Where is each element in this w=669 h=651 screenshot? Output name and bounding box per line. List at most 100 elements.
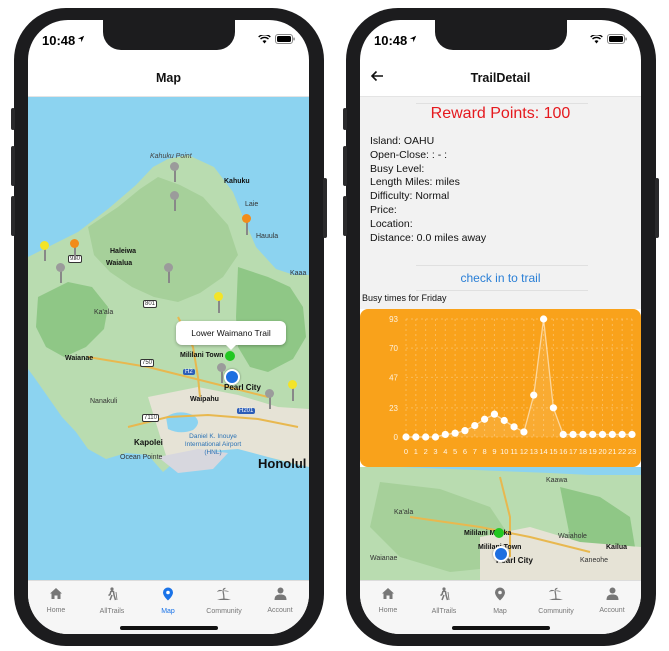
map-pin-gray[interactable] [164,263,173,272]
chart-y-tick-label: 47 [389,373,398,382]
map-label-kaneohe: Kaneohe [580,557,609,564]
route-shield-7110: 7110 [142,414,159,422]
power-button [655,178,659,238]
tab-label: AllTrails [99,608,125,615]
tab-account[interactable]: Account [584,587,640,614]
route-shield-750: 750 [140,359,155,367]
status-icons [258,34,295,44]
chart-data-point [598,430,607,439]
info-location: Location: [370,217,413,230]
chart-x-tick-label: 2 [424,447,428,456]
check-in-button[interactable]: check in to trail [360,271,641,285]
map-pin-stem [246,221,248,235]
tab-community[interactable]: Community [196,587,252,615]
user-location-dot [493,546,509,562]
status-icons [590,34,627,44]
map-label-waiahole: Waiahole [558,533,587,540]
map-pin-yellow[interactable] [40,241,49,250]
tab-community[interactable]: Community [528,587,584,615]
trail-callout[interactable]: Lower Waimano Trail [176,321,286,350]
map-pin-orange[interactable] [242,214,251,223]
chart-data-point [481,415,489,423]
tab-label: Map [493,608,507,615]
route-shield-801: 801 [143,300,158,308]
chart-x-tick-label: 0 [404,447,408,456]
busy-times-chart-svg: 0234770930 1 2 3 4 5 6 7 8 9 10 11 12 13 14 15 16 17 18 19 2… [389,315,636,456]
chart-x-tick-label: 17 [569,447,577,456]
map-label-airport: Daniel K. Inouye International Airport (… [184,433,242,456]
map-pin-icon [495,587,505,601]
power-button [323,178,327,238]
map-pin-gray[interactable] [265,389,274,398]
map-label-hauula: Hauula [256,233,279,240]
map-label-kapolei: Kapolei [134,438,163,447]
map-pin-yellow[interactable] [214,292,223,301]
chart-series-line [406,318,632,438]
chart-data-point [412,433,420,441]
chart-data-point [490,410,499,418]
navigation-bar: Map [28,60,309,97]
tab-map[interactable]: Map [140,587,196,615]
map-label-kailua: Kailua [606,544,628,551]
chart-data-point [618,430,626,439]
chart-y-tick-label: 0 [394,433,399,442]
chart-data-point [510,423,518,431]
info-price: Price: [370,203,397,216]
page-title: Map [156,71,181,85]
map-label-kaala: Ka'ala [94,309,114,316]
chart-data-point [608,430,616,439]
chart-x-tick-label: 16 [559,447,567,456]
wifi-icon [258,34,271,43]
battery-icon [275,34,295,44]
chart-x-tick-label: 5 [453,447,457,456]
tab-account[interactable]: Account [252,587,308,614]
person-icon [606,587,618,600]
map-label-kaala: Ka'ala [394,509,414,516]
home-icon [382,588,394,599]
chart-x-tick-label: 23 [628,447,636,456]
chart-x-tick-label: 15 [549,447,557,456]
chart-data-point [530,391,538,399]
chart-data-point [589,430,597,439]
chart-x-tick-label: 9 [492,447,496,456]
trail-detail-panel: Reward Points: 100 Island: OAHU Open-Clo… [360,97,641,467]
tab-map[interactable]: Map [472,587,528,615]
phone-left: 10:48 Map Kahuku Point Kahuku Laie Hauul… [11,8,327,646]
map-pin-gray[interactable] [170,191,179,200]
map-label-waipahu: Waipahu [190,396,219,403]
map-pin-icon [163,587,173,601]
tab-alltrails[interactable]: AllTrails [84,587,140,615]
route-shield-h2: H2 [183,369,195,375]
info-island: Island: OAHU [370,135,435,147]
chart-x-tick-label: 22 [618,447,626,456]
map-label-kaaa: Kaaa [290,270,307,277]
hiker-icon [108,587,118,601]
info-busy-level: Busy Level: [370,162,425,175]
map-pin-orange[interactable] [70,239,79,248]
map-pin-selected-green[interactable] [494,528,504,538]
map-label-waianae: Waianae [370,555,398,562]
map-label-waialua: Waialua [106,260,133,267]
tab-home[interactable]: Home [360,587,416,614]
chart-data-point [559,430,567,439]
home-icon [50,588,62,599]
chart-x-tick-label: 7 [473,447,477,456]
map-pin-gray[interactable] [217,363,226,372]
map-pin-gray[interactable] [170,162,179,171]
chart-data-point [500,416,508,425]
page-title: TrailDetail [470,71,531,85]
map-label-laie: Laie [245,201,259,208]
map-pin-yellow[interactable] [288,380,297,389]
tab-alltrails[interactable]: AllTrails [416,587,472,615]
chart-x-tick-label: 14 [539,447,547,456]
tab-home[interactable]: Home [28,587,84,614]
hiker-icon [440,587,450,601]
tab-label: Community [206,608,242,615]
status-time: 10:48 [374,33,408,48]
chart-x-tick-label: 12 [520,447,528,456]
map-pin-gray[interactable] [56,263,65,272]
trail-info: Island: OAHU Open-Close: : - : Busy Leve… [370,135,486,245]
chart-x-tick-label: 6 [463,447,467,456]
divider [416,290,588,291]
map-pin-selected-green[interactable] [225,351,235,361]
